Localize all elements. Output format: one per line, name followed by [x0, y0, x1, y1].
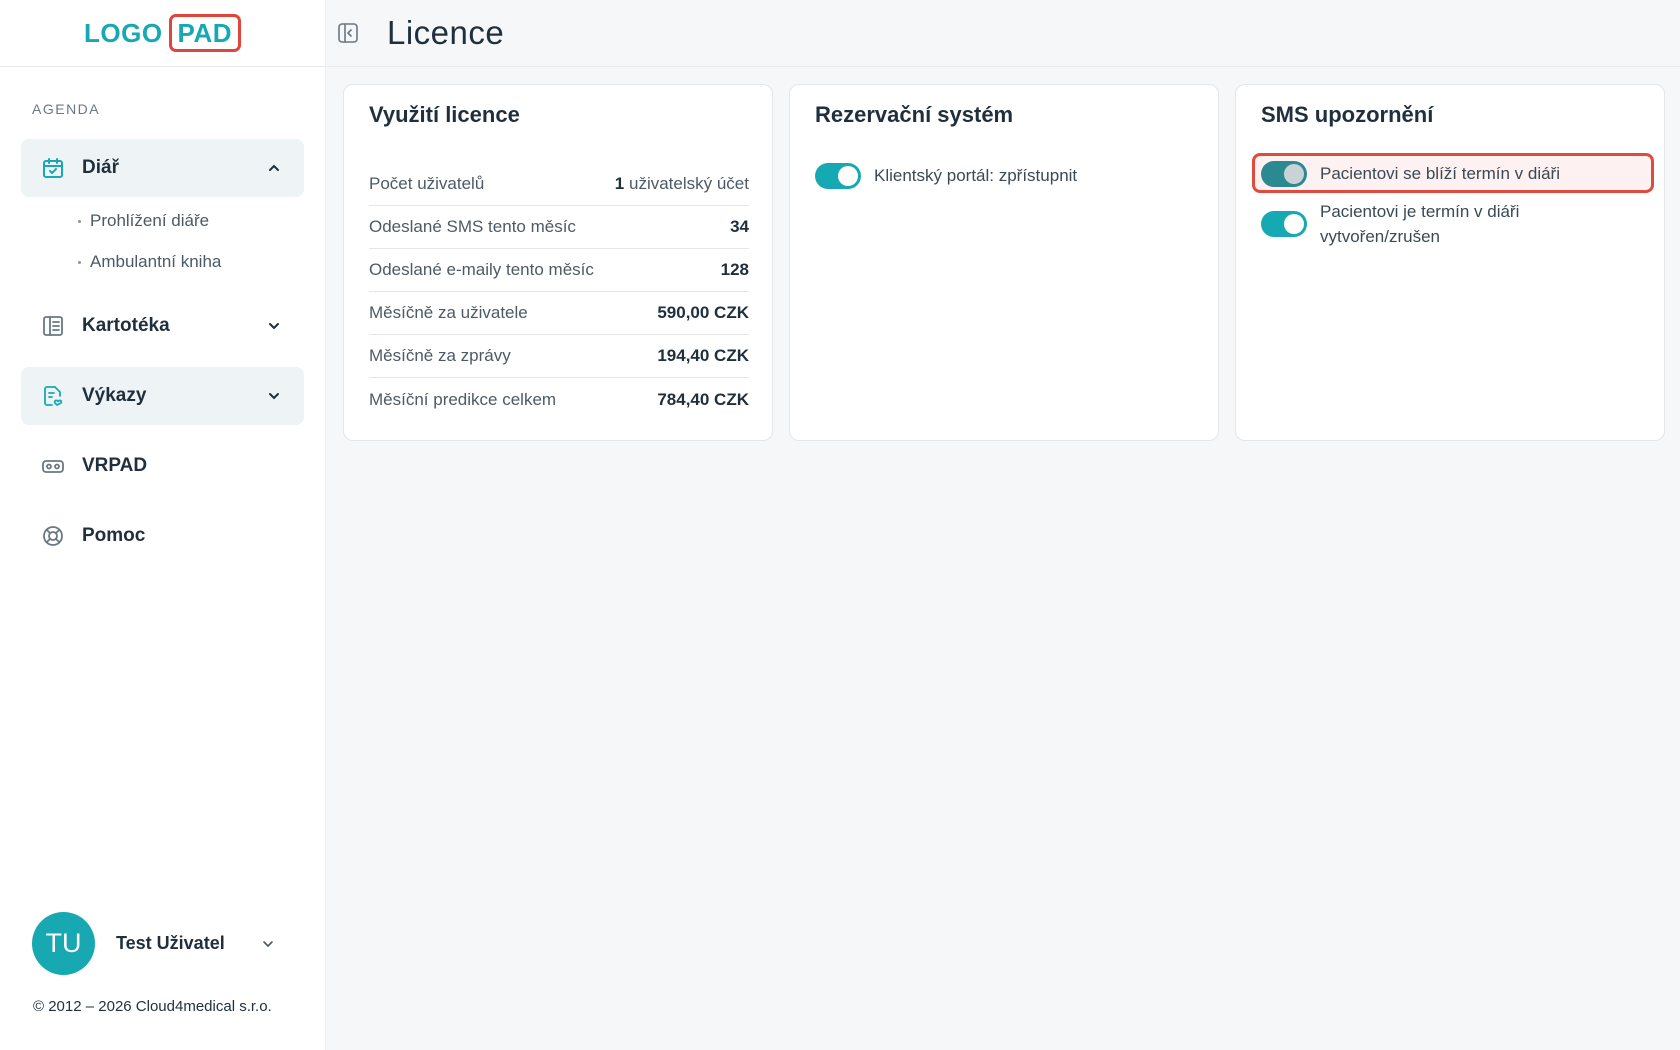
client-portal-toggle-row: Klientský portál: zpřístupnit	[815, 163, 1077, 189]
user-menu[interactable]: TU Test Uživatel	[32, 912, 273, 975]
sidebar-subitem-label: Prohlížení diáře	[90, 211, 210, 230]
copyright: © 2012 – 2026 Cloud4medical s.r.o.	[33, 998, 272, 1015]
row-key: Měsíčně za zprávy	[369, 346, 511, 365]
sms-notifications-card: SMS upozornění Pacientovi se blíží termí…	[1235, 84, 1665, 441]
sidebar-collapse-icon[interactable]	[336, 21, 360, 45]
file-cabinet-icon	[41, 314, 65, 338]
appointment-created-cancelled-toggle-row: Pacientovi je termín v diáři vytvořen/zr…	[1261, 199, 1560, 249]
sidebar-subitem-ambulantni-kniha[interactable]: Ambulantní kniha	[78, 252, 221, 272]
sidebar-subitem-label: Ambulantní kniha	[90, 252, 222, 271]
row-value: 1 uživatelský účet	[615, 174, 749, 194]
page-title: Licence	[387, 14, 505, 51]
row-value: 34	[730, 217, 749, 236]
sidebar-subitem-prohlizeni[interactable]: Prohlížení diáře	[78, 211, 209, 231]
chevron-down-icon[interactable]	[266, 388, 282, 404]
sidebar-item-label: Výkazy	[82, 385, 147, 406]
logo-bar: LOGO PAD	[0, 0, 325, 67]
logo-text-right: PAD	[168, 14, 242, 52]
report-icon	[41, 384, 65, 408]
row-key: Měsíční predikce celkem	[369, 389, 557, 409]
chevron-down-icon[interactable]	[260, 936, 276, 952]
row-key: Odeslané SMS tento měsíc	[369, 217, 576, 236]
bullet-dot	[78, 219, 81, 223]
row-key: Počet uživatelů	[369, 174, 485, 193]
logo[interactable]: LOGO PAD	[83, 14, 242, 52]
bullet-dot	[78, 260, 81, 264]
sidebar-item-label: Pomoc	[82, 525, 146, 546]
chevron-up-icon[interactable]	[266, 160, 282, 176]
user-name: Test Uživatel	[116, 933, 225, 953]
upcoming-appointment-toggle-row: Pacientovi se blíží termín v diáři	[1261, 161, 1560, 187]
logo-text-left: LOGO	[83, 17, 163, 48]
booking-system-card: Rezervační systém Klientský portál: zpří…	[789, 84, 1219, 441]
sidebar-item-vrpad[interactable]: VRPAD	[21, 437, 304, 495]
table-row: Počet uživatelů 1 uživatelský účet	[369, 163, 749, 206]
upcoming-appointment-toggle[interactable]	[1261, 161, 1307, 187]
section-label-agenda: AGENDA	[32, 101, 101, 117]
toggle-label: Pacientovi je termín v diáři vytvořen/zr…	[1320, 202, 1520, 246]
sidebar-item-vykazy[interactable]: Výkazy	[21, 367, 304, 425]
license-table: Počet uživatelů 1 uživatelský účet Odesl…	[369, 163, 749, 421]
table-row: Měsíčně za zprávy 194,40 CZK	[369, 335, 749, 378]
row-value: 590,00 CZK	[657, 303, 749, 322]
row-key: Měsíčně za uživatele	[369, 303, 528, 322]
row-value-number: 1	[614, 174, 625, 193]
header: Licence	[326, 0, 1680, 67]
sidebar-item-label: Diář	[82, 157, 119, 178]
table-row: Měsíční predikce celkem 784,40 CZK	[369, 378, 749, 421]
row-value-unit: uživatelský účet	[624, 174, 749, 193]
sidebar-item-kartoteka[interactable]: Kartotéka	[21, 297, 304, 355]
table-row: Odeslané e-maily tento měsíc 128	[369, 249, 749, 292]
card-title: Rezervační systém	[815, 102, 1014, 127]
row-value: 784,40 CZK	[657, 389, 749, 409]
appointment-created-cancelled-toggle[interactable]	[1261, 211, 1307, 237]
vr-headset-icon	[41, 454, 65, 478]
row-key: Odeslané e-maily tento měsíc	[369, 260, 594, 279]
row-value: 128	[720, 260, 749, 279]
toggle-label: Pacientovi se blíží termín v diáři	[1320, 164, 1560, 183]
sidebar-item-label: Kartotéka	[82, 315, 170, 336]
sidebar: LOGO PAD AGENDA Diář Prohlížení diáře Am…	[0, 0, 326, 1050]
row-value: 194,40 CZK	[657, 346, 749, 365]
card-title: SMS upozornění	[1261, 102, 1434, 127]
sidebar-item-label: VRPAD	[82, 455, 148, 476]
sidebar-item-diar[interactable]: Diář	[21, 139, 304, 197]
table-row: Měsíčně za uživatele 590,00 CZK	[369, 292, 749, 335]
avatar: TU	[32, 912, 95, 975]
sidebar-item-pomoc[interactable]: Pomoc	[21, 507, 304, 565]
table-row: Odeslané SMS tento měsíc 34	[369, 206, 749, 249]
client-portal-toggle[interactable]	[815, 163, 861, 189]
chevron-down-icon[interactable]	[266, 318, 282, 334]
lifebuoy-icon	[41, 524, 65, 548]
toggle-label: Klientský portál: zpřístupnit	[874, 166, 1078, 185]
license-usage-card: Využití licence Počet uživatelů 1 uživat…	[343, 84, 773, 441]
calendar-check-icon	[41, 156, 65, 180]
card-title: Využití licence	[369, 102, 520, 127]
